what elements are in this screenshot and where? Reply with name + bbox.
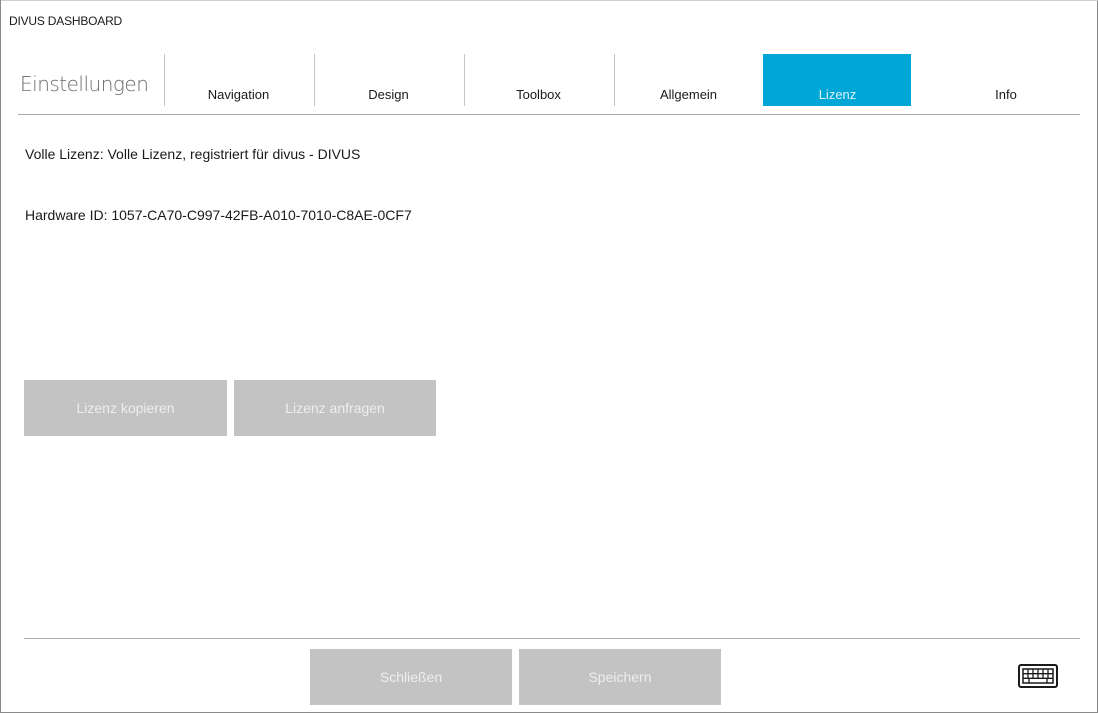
tab-design[interactable]: Design: [314, 54, 462, 106]
request-license-button[interactable]: Lizenz anfragen: [234, 380, 436, 436]
tab-info[interactable]: Info: [932, 54, 1080, 106]
tab-label: Allgemein: [659, 87, 718, 102]
tab-label: Navigation: [207, 87, 270, 102]
tab-toolbox[interactable]: Toolbox: [464, 54, 612, 106]
tab-label: Lizenz: [818, 87, 857, 102]
tab-navigation[interactable]: Navigation: [164, 54, 312, 106]
page-title: Einstellungen: [20, 72, 149, 96]
window-top-border: [1, 0, 1098, 1]
app-title: DIVUS DASHBOARD: [9, 14, 123, 28]
tab-lizenz[interactable]: Lizenz: [763, 54, 911, 106]
license-status-text: Volle Lizenz: Volle Lizenz, registriert …: [25, 146, 361, 162]
copy-license-button[interactable]: Lizenz kopieren: [24, 380, 227, 436]
tab-label: Info: [995, 87, 1017, 102]
keyboard-icon[interactable]: [1018, 664, 1058, 688]
save-button[interactable]: Speichern: [519, 649, 721, 705]
close-button[interactable]: Schließen: [310, 649, 512, 705]
tab-allgemein[interactable]: Allgemein: [614, 54, 762, 106]
settings-header: Einstellungen Navigation Design Toolbox …: [18, 54, 1080, 115]
settings-window: DIVUS DASHBOARD Einstellungen Navigation…: [0, 0, 1098, 713]
tab-label: Design: [368, 87, 409, 102]
hardware-id-text: Hardware ID: 1057-CA70-C997-42FB-A010-70…: [25, 207, 412, 223]
tab-label: Toolbox: [516, 87, 561, 102]
footer-divider: [24, 638, 1080, 639]
